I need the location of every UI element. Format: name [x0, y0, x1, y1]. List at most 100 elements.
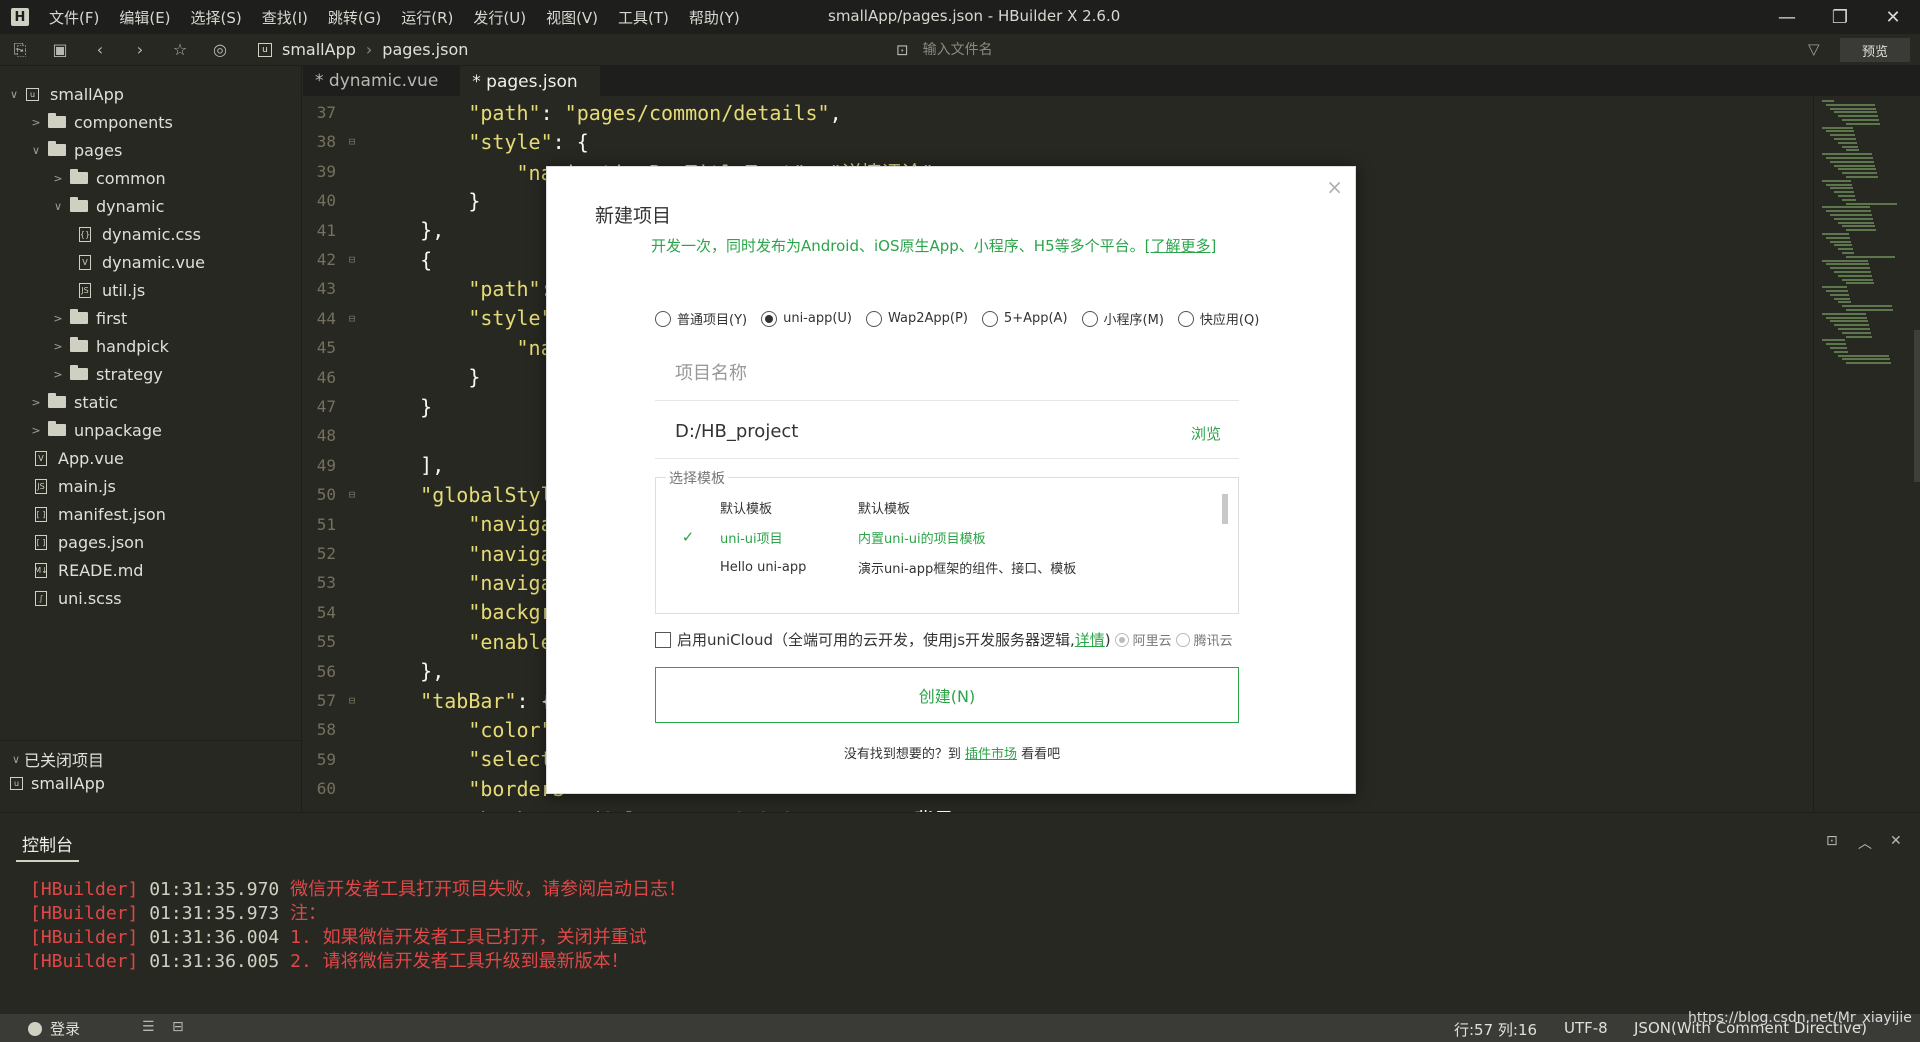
- log-tag: [HBuilder]: [30, 879, 139, 900]
- run-icon[interactable]: ◎: [200, 34, 240, 66]
- console-close-icon[interactable]: ✕: [1890, 833, 1902, 849]
- project-type-group: 普通项目(Y) uni-app(U) Wap2App(P) 5+App(A) 小程序(M…: [655, 309, 1273, 328]
- close-window-icon[interactable]: ✕: [1868, 0, 1918, 34]
- menu-item[interactable]: 文件(F): [49, 7, 99, 28]
- log-time: 01:31:36.005: [149, 951, 280, 972]
- menu-item[interactable]: 工具(T): [618, 7, 669, 28]
- menu-item[interactable]: 查找(I): [262, 7, 308, 28]
- learn-more-link[interactable]: [了解更多]: [1145, 237, 1217, 255]
- hbuilder-logo-icon: H: [11, 8, 29, 26]
- project-type-radio[interactable]: 普通项目(Y): [655, 309, 747, 328]
- plugin-hint: 没有找到想要的？到 插件市场 看看吧: [547, 743, 1357, 762]
- menu-bar: 文件(F) 编辑(E) 选择(S) 查找(I) 跳转(G) 运行(R) 发行(U) 视图(V)…: [49, 7, 760, 28]
- check-icon: ✓: [681, 528, 695, 546]
- template-row[interactable]: ✓ uni-ui项目 内置uni-ui的项目模板: [656, 522, 1216, 552]
- radio-dot: [655, 310, 671, 327]
- title-bar: H 文件(F) 编辑(E) 选择(S) 查找(I) 跳转(G) 运行(R) 发行(U) 视图(…: [0, 0, 1920, 34]
- modal-overlay: × 新建项目 开发一次，同时发布为Android、iOS原生App、小程序、H5…: [0, 66, 1920, 812]
- log-time: 01:31:36.004: [149, 927, 280, 948]
- project-type-radio[interactable]: 快应用(Q): [1177, 309, 1260, 328]
- preview-button[interactable]: 预览: [1840, 38, 1910, 62]
- dialog-subtitle: 开发一次，同时发布为Android、iOS原生App、小程序、H5等多个平台。[…: [651, 235, 1216, 256]
- plugin-market-link[interactable]: 插件市场: [965, 747, 1017, 762]
- create-button[interactable]: 创建(N): [655, 667, 1239, 723]
- file-search: ⊡: [896, 37, 1396, 63]
- console-clear-icon[interactable]: ⊡: [1826, 833, 1838, 849]
- console-log-line: [HBuilder] 01:31:35.973 注：: [30, 899, 326, 925]
- login-button[interactable]: 登录: [28, 1018, 80, 1039]
- template-legend: 选择模板: [666, 468, 728, 488]
- menu-item[interactable]: 选择(S): [191, 7, 242, 28]
- radio-dot: [1081, 310, 1098, 327]
- project-type-label: uni-app(U): [783, 311, 853, 326]
- breadcrumb: u smallApp › pages.json: [258, 40, 468, 59]
- menu-item[interactable]: 发行(U): [473, 7, 526, 28]
- close-icon[interactable]: ×: [1326, 175, 1343, 199]
- menu-item[interactable]: 帮助(Y): [689, 7, 740, 28]
- login-label: 登录: [50, 1020, 81, 1038]
- log-msg: 微信开发者工具打开项目失败，请参阅启动日志！: [290, 879, 687, 900]
- radio-dot: [981, 310, 998, 327]
- radio-dot: [1175, 632, 1190, 647]
- project-type-radio[interactable]: 5+App(A): [981, 310, 1068, 327]
- user-icon: [28, 1021, 42, 1036]
- menu-item[interactable]: 跳转(G): [328, 7, 381, 28]
- filter-icon[interactable]: ▽: [1808, 40, 1820, 58]
- template-name: Hello uni-app: [720, 559, 807, 575]
- toolbar: ⎘ ▣ ‹ › ☆ ◎ u smallApp › pages.json ⊡ ▽ …: [0, 34, 1920, 66]
- list-icon[interactable]: ☰: [142, 1019, 155, 1035]
- unicloud-checkbox[interactable]: [655, 631, 671, 648]
- menu-item[interactable]: 视图(V): [546, 7, 598, 28]
- maximize-icon[interactable]: ❐: [1815, 0, 1865, 34]
- status-bar: 登录 ☰ ⊟ 行:57 列:16 UTF-8 JSON(With Comment…: [0, 1014, 1920, 1042]
- minimize-icon[interactable]: —: [1762, 0, 1812, 34]
- template-row[interactable]: 默认模板 默认模板: [656, 492, 1216, 522]
- save-icon[interactable]: ▣: [40, 34, 80, 66]
- log-msg: 1. 如果微信开发者工具已打开，关闭并重试: [290, 927, 647, 948]
- project-type-radio[interactable]: uni-app(U): [761, 310, 853, 327]
- cloud-tencent-radio[interactable]: 腾讯云: [1175, 630, 1233, 649]
- back-icon[interactable]: ‹: [80, 34, 120, 66]
- file-search-input[interactable]: [922, 42, 1323, 58]
- file-encoding[interactable]: UTF-8: [1564, 1019, 1608, 1037]
- menu-item[interactable]: 运行(R): [401, 7, 453, 28]
- cursor-position[interactable]: 行:57 列:16: [1454, 1019, 1537, 1040]
- template-description: 内置uni-ui的项目模板: [858, 531, 986, 547]
- log-tag: [HBuilder]: [30, 927, 139, 948]
- new-project-dialog: × 新建项目 开发一次，同时发布为Android、iOS原生App、小程序、H5…: [546, 166, 1356, 794]
- template-name: uni-ui项目: [720, 531, 783, 547]
- template-scrollbar[interactable]: [1222, 494, 1228, 524]
- new-file-icon[interactable]: ⎘: [0, 34, 40, 66]
- project-type-label: 普通项目(Y): [677, 313, 748, 328]
- breadcrumb-file[interactable]: pages.json: [382, 40, 468, 59]
- breadcrumb-project[interactable]: smallApp: [282, 40, 356, 59]
- console-log-line: [HBuilder] 01:31:36.005 2. 请将微信开发者工具升级到最…: [30, 947, 629, 973]
- project-location-field: 浏览: [655, 405, 1239, 459]
- unicloud-detail-link[interactable]: 详情: [1075, 629, 1105, 650]
- dialog-title: 新建项目: [595, 205, 672, 227]
- plugin-hint-prefix: 没有找到想要的？到: [843, 747, 961, 762]
- project-name-input[interactable]: [655, 363, 1155, 384]
- bookmark-icon[interactable]: ☆: [160, 34, 200, 66]
- log-msg: 2. 请将微信开发者工具升级到最新版本！: [290, 951, 629, 972]
- console-panel: 控制台 ⊡ ︿ ✕ [HBuilder] 01:31:35.970 微信开发者工…: [0, 812, 1920, 1014]
- cloud-aliyun-radio[interactable]: 阿里云: [1114, 630, 1172, 649]
- log-tag: [HBuilder]: [30, 951, 139, 972]
- forward-icon[interactable]: ›: [120, 34, 160, 66]
- template-description: 演示uni-app框架的组件、接口、模板: [858, 561, 1077, 577]
- project-location-input[interactable]: [655, 421, 1155, 442]
- project-type-label: 快应用(Q): [1199, 313, 1260, 328]
- project-type-radio[interactable]: Wap2App(P): [866, 310, 968, 327]
- unicloud-row: 启用uniCloud（全端可用的云开发，使用js开发服务器逻辑, 详情) 阿里云 …: [655, 629, 1233, 650]
- terminal-icon[interactable]: ⊟: [172, 1019, 184, 1035]
- radio-dot: [761, 310, 778, 327]
- console-tab[interactable]: 控制台: [16, 831, 79, 862]
- project-type-label: 小程序(M): [1103, 313, 1164, 328]
- browse-link[interactable]: 浏览: [1191, 423, 1221, 444]
- template-row[interactable]: Hello uni-app 演示uni-app框架的组件、接口、模板: [656, 552, 1216, 582]
- project-type-radio[interactable]: 小程序(M): [1081, 309, 1164, 328]
- project-type-label: Wap2App(P): [888, 311, 968, 326]
- unicloud-label: 启用uniCloud（全端可用的云开发，使用js开发服务器逻辑,: [677, 631, 1075, 649]
- menu-item[interactable]: 编辑(E): [119, 7, 170, 28]
- console-expand-icon[interactable]: ︿: [1858, 833, 1872, 853]
